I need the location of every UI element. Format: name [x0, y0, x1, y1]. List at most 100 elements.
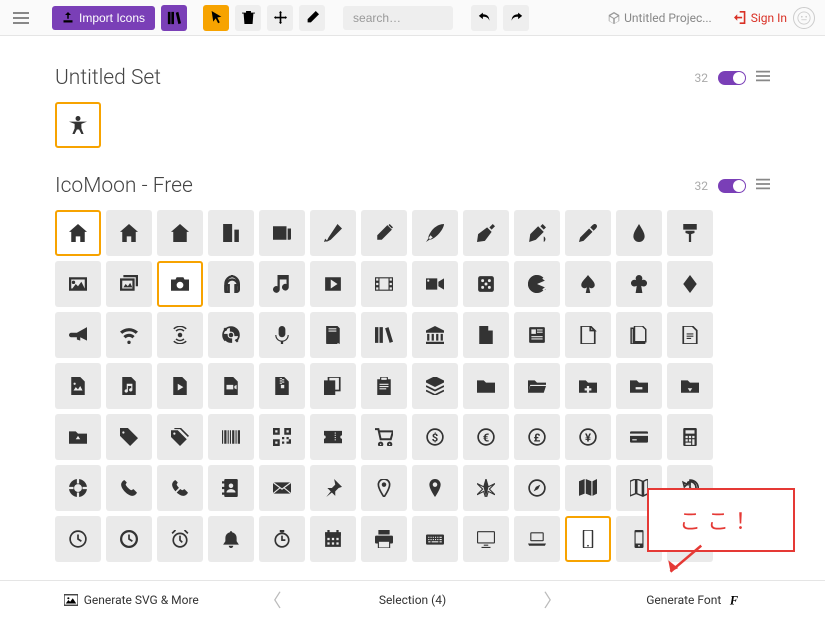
user-avatar[interactable] [793, 7, 815, 29]
folder-upload-icon[interactable] [55, 414, 101, 460]
alarm-icon[interactable] [157, 516, 203, 562]
address-book-icon[interactable] [208, 465, 254, 511]
envelop-icon[interactable] [259, 465, 305, 511]
file-picture-icon[interactable] [55, 363, 101, 409]
mic-icon[interactable] [259, 312, 305, 358]
redo-button[interactable] [503, 5, 529, 31]
newspaper-icon[interactable] [259, 210, 305, 256]
home2-icon[interactable] [106, 210, 152, 256]
set-toggle[interactable] [718, 179, 746, 193]
project-selector[interactable]: Untitled Projec... [608, 11, 712, 25]
set-toggle[interactable] [718, 71, 746, 85]
camera-icon[interactable] [157, 261, 203, 307]
headphones-icon[interactable] [208, 261, 254, 307]
blog-icon[interactable] [514, 210, 560, 256]
clock2-icon[interactable] [106, 516, 152, 562]
library-icon[interactable] [412, 312, 458, 358]
search-input[interactable] [343, 6, 453, 30]
menu-button[interactable] [10, 7, 32, 29]
keyboard-icon[interactable] [412, 516, 458, 562]
phone-icon[interactable] [106, 465, 152, 511]
folder-minus-icon[interactable] [616, 363, 662, 409]
pencil2-icon[interactable] [361, 210, 407, 256]
file-music-icon[interactable] [106, 363, 152, 409]
books-icon[interactable] [361, 312, 407, 358]
bullhorn-icon[interactable] [55, 312, 101, 358]
file-video-icon[interactable] [208, 363, 254, 409]
office-icon[interactable] [208, 210, 254, 256]
folder-download-icon[interactable] [667, 363, 713, 409]
printer-icon[interactable] [361, 516, 407, 562]
stopwatch-icon[interactable] [259, 516, 305, 562]
map-icon[interactable] [565, 465, 611, 511]
laptop-icon[interactable] [514, 516, 560, 562]
set-menu-button[interactable] [756, 69, 770, 87]
video-camera-icon[interactable] [412, 261, 458, 307]
spades-icon[interactable] [565, 261, 611, 307]
film-icon[interactable] [361, 261, 407, 307]
file-play-icon[interactable] [157, 363, 203, 409]
music-icon[interactable] [259, 261, 305, 307]
coin-dollar-icon[interactable] [412, 414, 458, 460]
generate-font-button[interactable]: Generate Font [563, 593, 825, 607]
clock-icon[interactable] [55, 516, 101, 562]
book-icon[interactable] [310, 312, 356, 358]
move-tool-button[interactable] [267, 5, 293, 31]
pushpin-icon[interactable] [310, 465, 356, 511]
file-zip-icon[interactable] [259, 363, 305, 409]
cart-icon[interactable] [361, 414, 407, 460]
files-empty-icon[interactable] [616, 312, 662, 358]
calendar-icon[interactable] [310, 516, 356, 562]
pen-icon[interactable] [463, 210, 509, 256]
file-empty-icon[interactable] [565, 312, 611, 358]
podcast-icon[interactable] [157, 312, 203, 358]
folder-icon[interactable] [463, 363, 509, 409]
price-tags-icon[interactable] [157, 414, 203, 460]
droplet-icon[interactable] [616, 210, 662, 256]
undo-button[interactable] [471, 5, 497, 31]
eyedropper-icon[interactable] [565, 210, 611, 256]
quill-icon[interactable] [412, 210, 458, 256]
compass-icon[interactable] [463, 465, 509, 511]
delete-tool-button[interactable] [235, 5, 261, 31]
copy-icon[interactable] [310, 363, 356, 409]
connection-icon[interactable] [106, 312, 152, 358]
bell-icon[interactable] [208, 516, 254, 562]
profile-icon[interactable] [514, 312, 560, 358]
pacman-icon[interactable] [514, 261, 560, 307]
select-tool-button[interactable] [203, 5, 229, 31]
image-icon[interactable] [55, 261, 101, 307]
library-button[interactable] [161, 5, 187, 31]
sign-in-button[interactable]: Sign In [734, 11, 787, 25]
diamonds-icon[interactable] [667, 261, 713, 307]
credit-card-icon[interactable] [616, 414, 662, 460]
compass2-icon[interactable] [514, 465, 560, 511]
coin-pound-icon[interactable] [514, 414, 560, 460]
edit-tool-button[interactable] [299, 5, 325, 31]
coin-yen-icon[interactable] [565, 414, 611, 460]
selection-counter[interactable]: Selection (4) [283, 593, 543, 607]
lifebuoy-icon[interactable] [55, 465, 101, 511]
mobile-icon[interactable] [565, 516, 611, 562]
folder-open-icon[interactable] [514, 363, 560, 409]
generate-svg-button[interactable]: Generate SVG & More [0, 593, 263, 607]
folder-plus-icon[interactable] [565, 363, 611, 409]
file-text-icon[interactable] [463, 312, 509, 358]
price-tag-icon[interactable] [106, 414, 152, 460]
stack-icon[interactable] [412, 363, 458, 409]
set-menu-button[interactable] [756, 177, 770, 195]
clubs-icon[interactable] [616, 261, 662, 307]
barcode-icon[interactable] [208, 414, 254, 460]
ticket-icon[interactable] [310, 414, 356, 460]
pencil-icon[interactable] [310, 210, 356, 256]
accessibility-icon[interactable] [55, 102, 101, 148]
dice-icon[interactable] [463, 261, 509, 307]
phone-hang-up-icon[interactable] [157, 465, 203, 511]
location-icon[interactable] [361, 465, 407, 511]
feed-icon[interactable] [208, 312, 254, 358]
location2-icon[interactable] [412, 465, 458, 511]
calculator-icon[interactable] [667, 414, 713, 460]
import-icons-button[interactable]: Import Icons [52, 6, 155, 30]
home-icon[interactable] [55, 210, 101, 256]
paint-format-icon[interactable] [667, 210, 713, 256]
